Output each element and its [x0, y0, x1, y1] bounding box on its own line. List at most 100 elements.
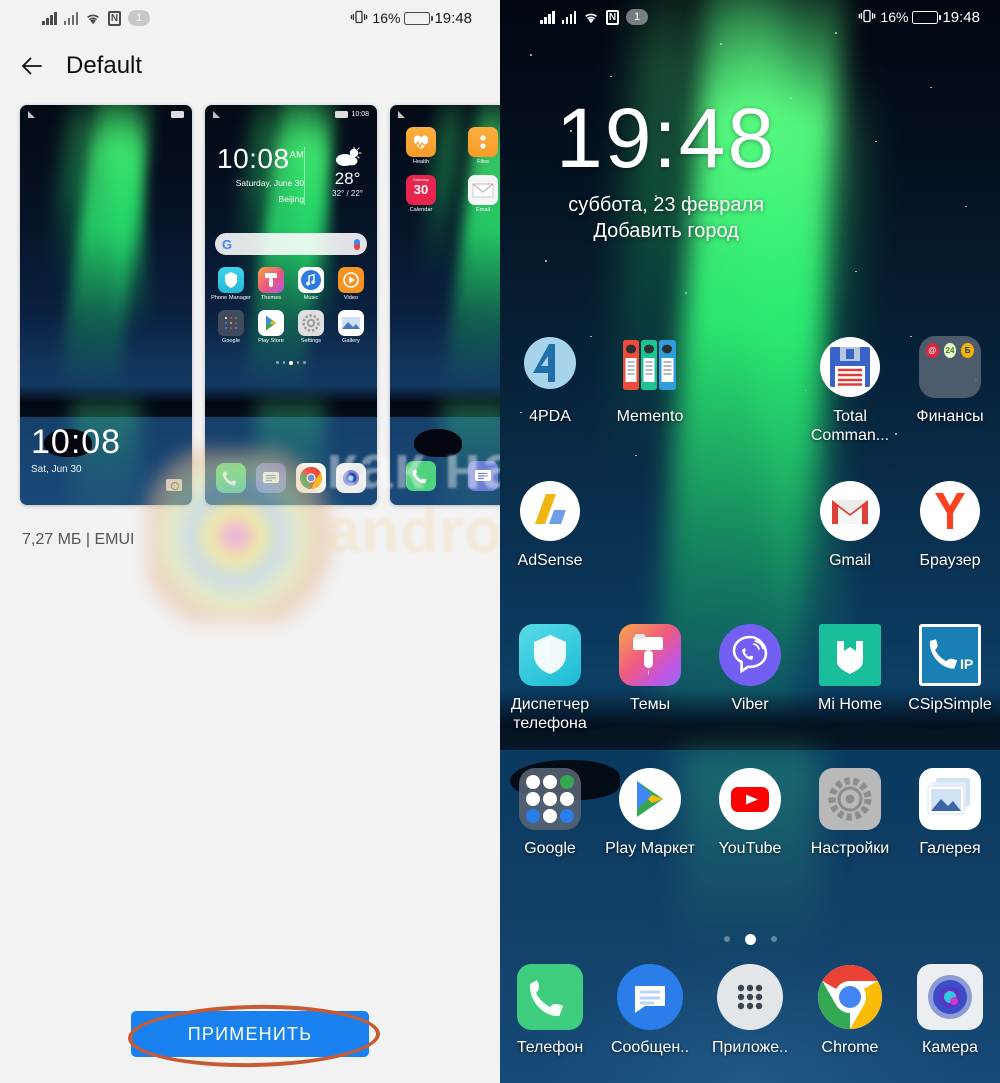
app-label: Настройки: [810, 840, 890, 857]
messages-icon: [617, 964, 683, 1030]
wifi-icon: [85, 12, 101, 25]
app-item-viber[interactable]: Viber: [700, 624, 800, 768]
preview-homescreen[interactable]: 10:08 10:08AM Saturday, June 30 Beijing …: [205, 105, 377, 505]
home-clock-city: Beijing: [278, 194, 305, 204]
list-item[interactable]: Settings: [291, 310, 331, 344]
app-item-gallery[interactable]: Галерея: [900, 768, 1000, 912]
battery-icon: [335, 111, 349, 118]
clock-widget[interactable]: 19:48 суббота, 23 февраля Добавить город: [556, 96, 776, 243]
preview-lockscreen[interactable]: 10:08 Sat, Jun 30: [20, 105, 192, 505]
home-clock-time: 10:08: [217, 143, 290, 174]
app-item-4pda[interactable]: 4PDA: [500, 336, 600, 480]
add-city-link[interactable]: Добавить город: [556, 220, 776, 243]
page-indicator[interactable]: [500, 933, 1000, 945]
app-label: AdSense: [517, 552, 583, 569]
dock-item-app-drawer[interactable]: Приложе..: [700, 964, 800, 1083]
list-item[interactable]: Music: [291, 267, 331, 301]
dock-item-messages[interactable]: Сообщен..: [600, 964, 700, 1083]
camera-icon: [166, 479, 182, 491]
page-dot-active[interactable]: [744, 933, 756, 945]
home-clock-date: Saturday, June 30: [235, 178, 305, 188]
files-icon: [468, 127, 498, 157]
home-weather-temp: 28°: [334, 169, 361, 188]
list-item[interactable]: [398, 461, 444, 493]
app-item-themes[interactable]: Темы: [600, 624, 700, 768]
preview-status-bar: 10:08: [213, 111, 369, 118]
google-folder-icon: [218, 310, 244, 336]
list-item[interactable]: Phone Manager: [211, 267, 251, 301]
app-item-youtube[interactable]: YouTube: [700, 768, 800, 912]
lockscreen-clock: 10:08 Sat, Jun 30: [31, 425, 121, 475]
list-item[interactable]: [460, 461, 500, 493]
microphone-icon[interactable]: [354, 238, 360, 250]
app-label: Браузер: [919, 552, 981, 569]
themes-icon: [619, 624, 681, 686]
app-item-gmail[interactable]: Gmail: [800, 480, 900, 624]
app-item-google-folder[interactable]: Google: [500, 768, 600, 912]
app-label: CSipSimple: [908, 696, 992, 713]
app-item-yandex-browser[interactable]: Браузер: [900, 480, 1000, 624]
signal-icon: [28, 111, 35, 118]
preview-homescreen-page2[interactable]: Health Files Saturday 30 Calendar Email: [390, 105, 500, 505]
dock: Телефон Сообщен.. Приложе.. Chrome Камер…: [500, 964, 1000, 1083]
page-dot[interactable]: [770, 936, 777, 942]
preview-app-grid: Phone Manager Themes Music Video Google …: [211, 267, 371, 344]
preview-status-bar: [28, 111, 184, 118]
dock-item-camera[interactable]: Камера: [900, 964, 1000, 1083]
app-item-phone-manager[interactable]: Диспетчер телефона: [500, 624, 600, 768]
app-label: Viber: [731, 696, 769, 713]
play-movies-icon: [560, 792, 574, 806]
list-item[interactable]: Gallery: [331, 310, 371, 344]
app-bar: Default: [0, 36, 500, 96]
play-store-icon: [258, 310, 284, 336]
dock-item-chrome[interactable]: Chrome: [800, 964, 900, 1083]
apply-button[interactable]: ПРИМЕНИТЬ: [131, 1011, 369, 1057]
list-item[interactable]: Email: [460, 175, 500, 213]
list-item[interactable]: [251, 463, 291, 495]
home-clock-widget: 10:08AM Saturday, June 30 Beijing: [217, 145, 304, 205]
app-item-adsense[interactable]: AdSense: [500, 480, 600, 624]
dock-label: Приложе..: [711, 1039, 789, 1056]
maps-icon: [560, 775, 574, 789]
app-item-play-store[interactable]: Play Маркет: [600, 768, 700, 912]
app-item-settings[interactable]: Настройки: [800, 768, 900, 912]
list-item[interactable]: Files: [460, 127, 500, 165]
app-grid: 4PDA Memento Total Comman... @ 24 Б Фина…: [500, 336, 1000, 912]
list-item[interactable]: Play Store: [251, 310, 291, 344]
signal-icon-2: [63, 11, 78, 25]
gear-icon: [819, 768, 881, 830]
lockscreen-date: Sat, Jun 30: [31, 464, 82, 475]
app-label: Play Маркет: [605, 840, 695, 857]
vibrate-icon: [858, 9, 876, 26]
list-item[interactable]: [331, 463, 371, 495]
phone-manager-icon: [519, 624, 581, 686]
app-item-memento[interactable]: Memento: [600, 336, 700, 480]
app-item-total-commander[interactable]: Total Comman...: [800, 336, 900, 480]
google-search-bar[interactable]: G: [215, 233, 367, 255]
app-item-finance-folder[interactable]: @ 24 Б Финансы: [900, 336, 1000, 480]
app-label: YouTube: [718, 840, 782, 857]
list-item[interactable]: [291, 463, 331, 495]
screenshot-root: N 1 16% 19:48 Default 10:08 Sat, Jun 30 …: [0, 0, 1000, 1083]
phone-icon: [216, 463, 246, 493]
theme-preview-list[interactable]: 10:08 Sat, Jun 30 10:08 10:08AM Saturday…: [0, 105, 500, 505]
app-label: Memento: [616, 408, 684, 425]
list-item[interactable]: Saturday 30 Calendar: [398, 175, 444, 213]
page-dot[interactable]: [723, 936, 730, 942]
battery-icon: [912, 10, 942, 24]
list-item[interactable]: Health: [398, 127, 444, 165]
list-item[interactable]: Video: [331, 267, 371, 301]
list-item[interactable]: Themes: [251, 267, 291, 301]
app-item-mi-home[interactable]: Mi Home: [800, 624, 900, 768]
app-item-csipsimple[interactable]: IP CSipSimple: [900, 624, 1000, 768]
back-arrow-icon[interactable]: [18, 52, 46, 80]
lockscreen-time: 10:08: [31, 423, 122, 461]
home-weather-range: 32° / 22°: [332, 189, 363, 198]
app-drawer-icon: [717, 964, 783, 1030]
dock-label: Телефон: [516, 1039, 584, 1056]
theme-detail-panel: N 1 16% 19:48 Default 10:08 Sat, Jun 30 …: [0, 0, 500, 1083]
list-item[interactable]: Google: [211, 310, 251, 344]
camera-lens-icon: [336, 463, 366, 493]
dock-item-phone[interactable]: Телефон: [500, 964, 600, 1083]
list-item[interactable]: [211, 463, 251, 495]
